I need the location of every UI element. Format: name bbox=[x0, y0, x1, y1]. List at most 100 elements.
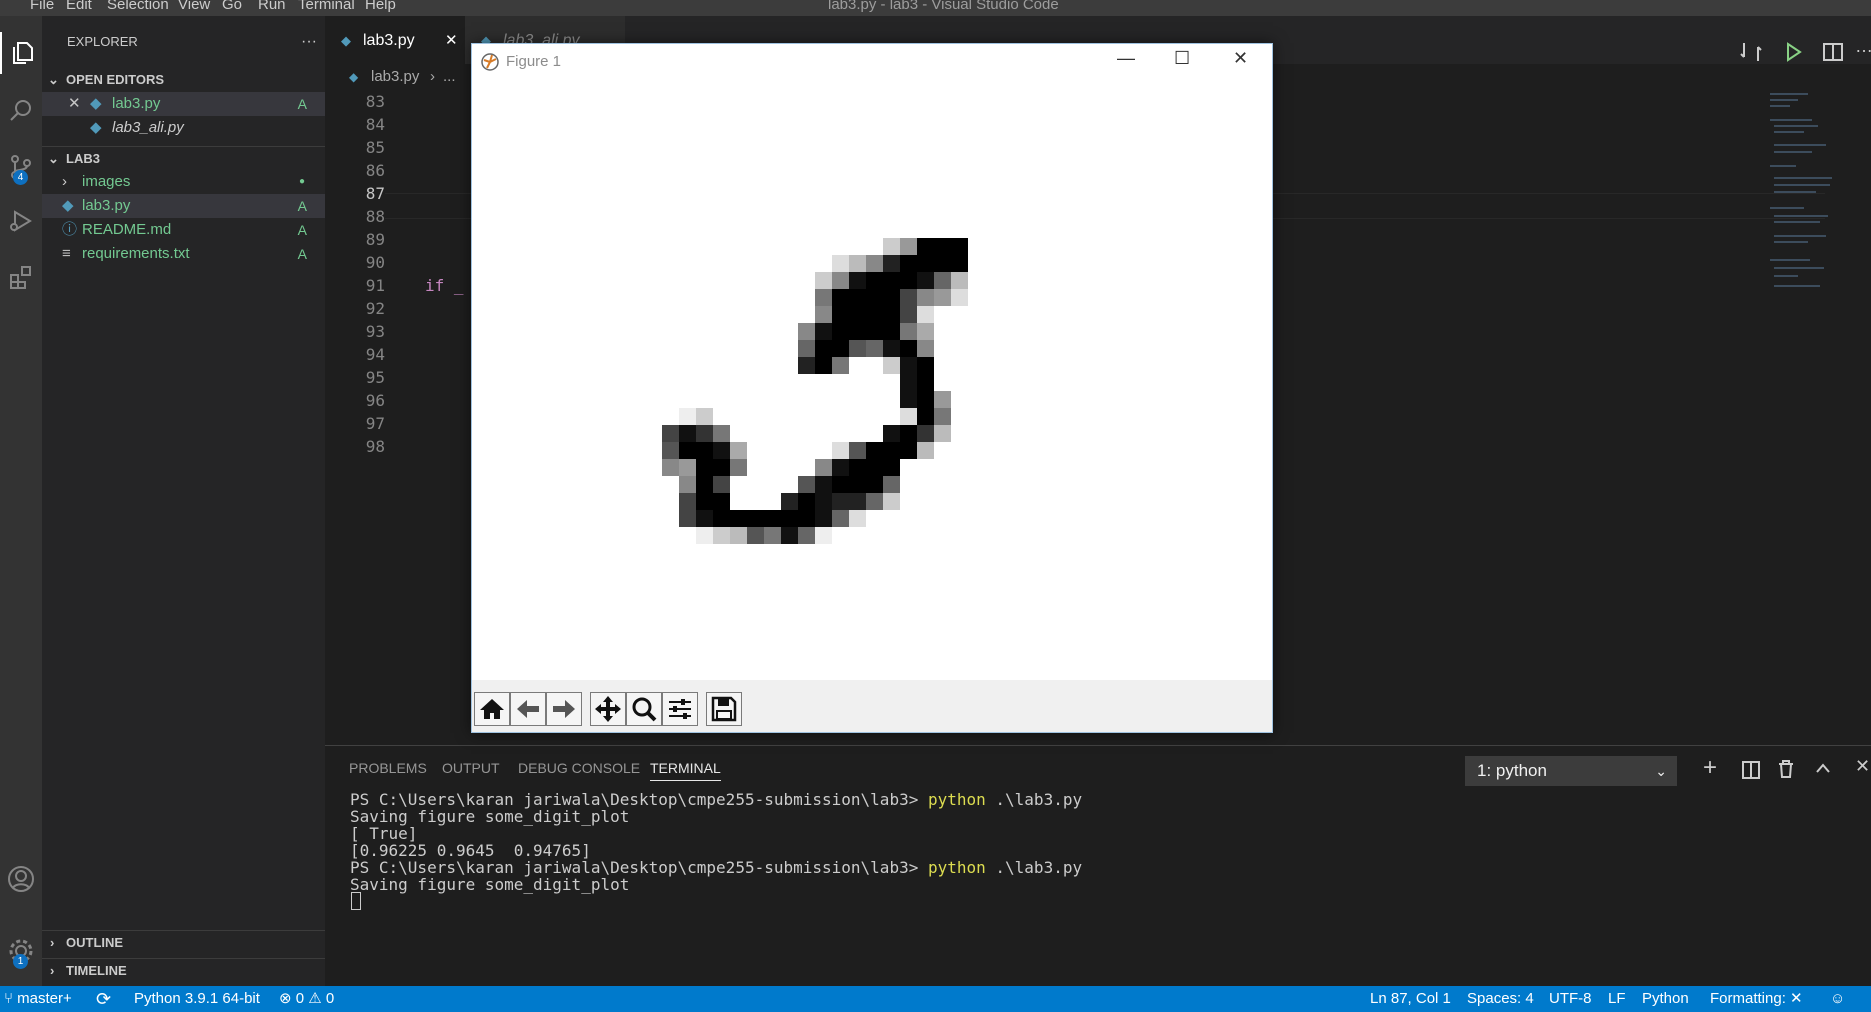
language-mode[interactable]: Python bbox=[1642, 986, 1689, 1012]
tab-output[interactable]: OUTPUT bbox=[442, 760, 500, 776]
breadcrumb-file[interactable]: lab3.py bbox=[371, 64, 419, 90]
folder-header[interactable]: ⌄ LAB3 bbox=[42, 146, 325, 171]
source-control-icon[interactable]: 4 bbox=[0, 146, 42, 188]
home-button[interactable] bbox=[474, 692, 510, 726]
warning-icon: ⚠ bbox=[308, 990, 322, 1007]
menu-edit[interactable]: Edit bbox=[66, 0, 92, 13]
digit-pixel bbox=[798, 527, 815, 544]
search-icon[interactable] bbox=[0, 90, 42, 132]
digit-pixel bbox=[849, 255, 866, 272]
indentation[interactable]: Spaces: 4 bbox=[1467, 986, 1534, 1012]
minimap[interactable] bbox=[1768, 90, 1838, 300]
more-actions-icon[interactable]: … bbox=[1855, 36, 1871, 57]
close-icon[interactable]: ✕ bbox=[68, 92, 81, 116]
timeline-section[interactable]: › TIMELINE bbox=[42, 958, 325, 983]
digit-pixel bbox=[832, 272, 849, 289]
run-debug-icon[interactable] bbox=[0, 200, 42, 242]
digit-pixel bbox=[764, 510, 781, 527]
line-number: 88 bbox=[365, 207, 385, 226]
digit-pixel bbox=[815, 459, 832, 476]
split-editor-icon[interactable] bbox=[1821, 40, 1845, 64]
tree-item-readme[interactable]: ⓘ README.md A bbox=[42, 218, 325, 242]
problems-status[interactable]: ⊗ 0 ⚠ 0 bbox=[279, 986, 334, 1012]
title-bar: File Edit Selection View Go Run Terminal… bbox=[0, 0, 1871, 16]
digit-pixel bbox=[900, 289, 917, 306]
digit-pixel bbox=[696, 527, 713, 544]
sync-icon[interactable]: ⟳ bbox=[96, 986, 111, 1012]
line-number: 89 bbox=[365, 230, 385, 249]
cursor-position[interactable]: Ln 87, Col 1 bbox=[1370, 986, 1451, 1012]
close-tab-icon[interactable]: ✕ bbox=[445, 16, 458, 66]
digit-pixel bbox=[798, 493, 815, 510]
outline-section[interactable]: › OUTLINE bbox=[42, 930, 325, 955]
pan-button[interactable] bbox=[590, 692, 626, 726]
open-editor-lab3-ali[interactable]: ◆ lab3_ali.py bbox=[42, 116, 325, 140]
digit-pixel bbox=[781, 510, 798, 527]
menu-file[interactable]: File bbox=[30, 0, 54, 13]
digit-pixel bbox=[832, 442, 849, 459]
menu-run[interactable]: Run bbox=[258, 0, 286, 13]
new-terminal-icon[interactable]: + bbox=[1703, 754, 1717, 782]
text-file-icon: ≡ bbox=[62, 245, 71, 262]
digit-pixel bbox=[832, 459, 849, 476]
python-interpreter[interactable]: Python 3.9.1 64-bit bbox=[134, 986, 260, 1012]
back-button[interactable] bbox=[510, 692, 546, 726]
digit-pixel bbox=[798, 476, 815, 493]
digit-pixel bbox=[883, 289, 900, 306]
extensions-icon[interactable] bbox=[0, 256, 42, 298]
formatting-status[interactable]: Formatting: ✕ bbox=[1710, 986, 1803, 1012]
compare-changes-icon[interactable] bbox=[1739, 40, 1763, 64]
figure-title-bar[interactable]: Figure 1 — ☐ ✕ bbox=[472, 44, 1272, 78]
minimize-icon[interactable]: — bbox=[1117, 48, 1135, 69]
tree-item-requirements[interactable]: ≡ requirements.txt A bbox=[42, 242, 325, 266]
breadcrumb-rest[interactable]: ... bbox=[443, 64, 456, 90]
configure-subplots-button[interactable] bbox=[662, 692, 698, 726]
accounts-icon[interactable] bbox=[0, 858, 42, 900]
figure-canvas[interactable] bbox=[472, 78, 1272, 680]
maximize-icon[interactable]: ☐ bbox=[1174, 48, 1190, 69]
tab-problems[interactable]: PROBLEMS bbox=[349, 760, 427, 776]
save-figure-button[interactable] bbox=[706, 692, 742, 726]
encoding[interactable]: UTF-8 bbox=[1549, 986, 1592, 1012]
maximize-panel-icon[interactable] bbox=[1815, 762, 1831, 774]
move-icon bbox=[595, 696, 621, 722]
terminal-selector[interactable]: 1: python ⌄ bbox=[1465, 756, 1677, 786]
split-terminal-icon[interactable] bbox=[1741, 760, 1761, 780]
tab-debug-console[interactable]: DEBUG CONSOLE bbox=[518, 760, 640, 776]
menu-terminal[interactable]: Terminal bbox=[298, 0, 355, 13]
trash-icon[interactable] bbox=[1777, 759, 1795, 779]
run-file-icon[interactable] bbox=[1781, 40, 1805, 64]
line-number: 98 bbox=[365, 437, 385, 456]
menu-selection[interactable]: Selection bbox=[107, 0, 169, 13]
digit-pixel bbox=[713, 510, 730, 527]
magnifier-icon bbox=[632, 697, 657, 722]
digit-pixel bbox=[713, 476, 730, 493]
chevron-down-icon: ⌄ bbox=[1655, 763, 1667, 779]
open-editors-header[interactable]: ⌄ OPEN EDITORS bbox=[42, 68, 325, 92]
line-ending[interactable]: LF bbox=[1608, 986, 1626, 1012]
feedback-icon[interactable]: ☺ bbox=[1830, 986, 1845, 1012]
close-window-icon[interactable]: ✕ bbox=[1233, 48, 1248, 69]
branch-status[interactable]: ⑂ master+ bbox=[4, 986, 72, 1012]
tree-item-images[interactable]: › images ● bbox=[42, 170, 325, 194]
digit-pixel bbox=[747, 510, 764, 527]
digit-pixel bbox=[900, 255, 917, 272]
digit-pixel bbox=[696, 476, 713, 493]
digit-pixel bbox=[798, 510, 815, 527]
tab-lab3[interactable]: ◆ lab3.py ✕ bbox=[325, 16, 465, 64]
zoom-button[interactable] bbox=[626, 692, 662, 726]
figure-window[interactable]: Figure 1 — ☐ ✕ bbox=[471, 43, 1273, 733]
tree-item-lab3[interactable]: ◆ lab3.py A bbox=[42, 194, 325, 218]
digit-pixel bbox=[917, 374, 934, 391]
close-panel-icon[interactable]: ✕ bbox=[1855, 756, 1870, 777]
digit-pixel bbox=[934, 255, 951, 272]
settings-gear-icon[interactable]: 1 bbox=[0, 930, 42, 972]
line-number: 92 bbox=[365, 299, 385, 318]
menu-go[interactable]: Go bbox=[222, 0, 242, 13]
forward-button[interactable] bbox=[546, 692, 582, 726]
menu-help[interactable]: Help bbox=[365, 0, 396, 13]
more-actions-icon[interactable]: ··· bbox=[301, 30, 317, 54]
menu-view[interactable]: View bbox=[178, 0, 210, 13]
open-editor-lab3[interactable]: ✕ ◆ lab3.py A bbox=[42, 92, 325, 116]
explorer-icon[interactable] bbox=[0, 32, 44, 74]
